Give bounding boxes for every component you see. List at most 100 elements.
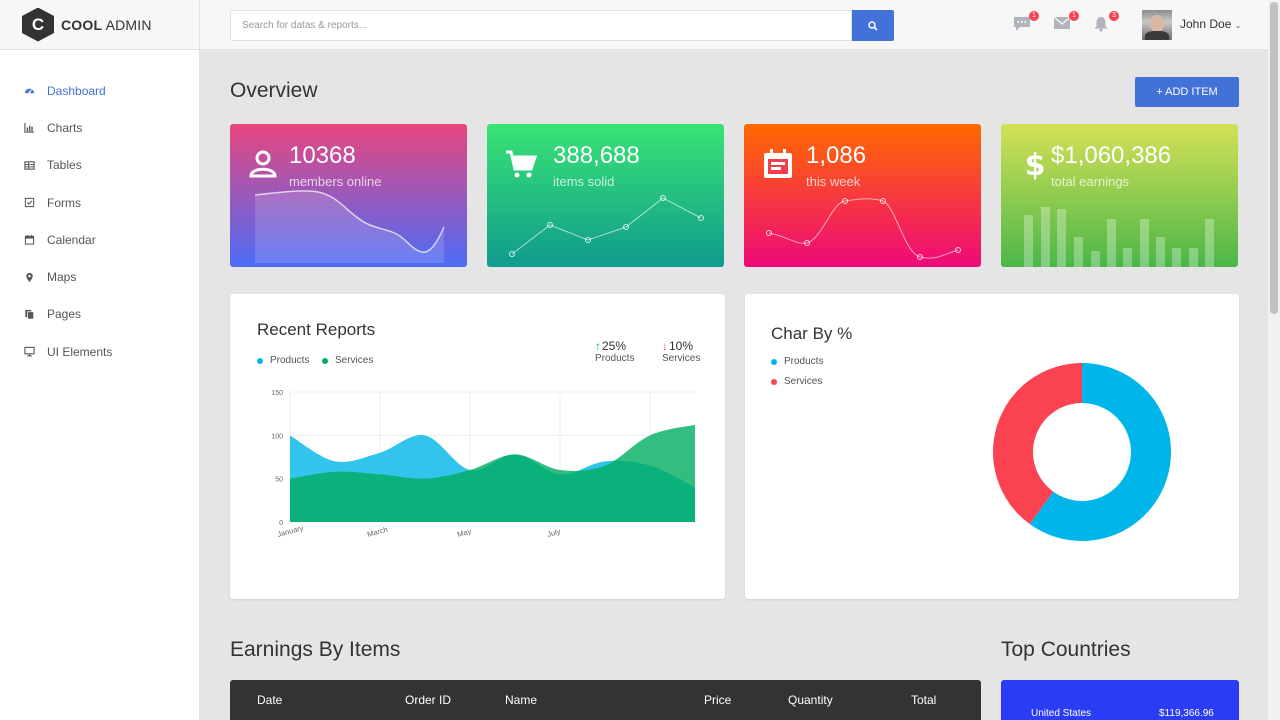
legend-dot [322, 357, 328, 364]
sidebar-item-dashboard[interactable]: Dashboard [0, 72, 199, 109]
donut-legend-products[interactable]: Products [771, 356, 823, 367]
earnings-bar-sparkline [1024, 207, 1214, 267]
column-header[interactable]: Price [704, 693, 731, 707]
recent-reports-card: Recent Reports Products Services ↑25% Pr… [230, 294, 725, 599]
area-series-services[interactable] [290, 424, 695, 522]
legend-dot [771, 378, 777, 385]
x-tick-label: March [366, 525, 388, 539]
members-sparkline [254, 190, 445, 263]
page-scrollbar[interactable] [1268, 0, 1280, 720]
arrow-up-icon: ↑ [595, 339, 601, 353]
sidebar-item-maps[interactable]: Maps [0, 258, 199, 295]
stat-card-earnings[interactable]: $ $1,060,386 total earnings [1001, 124, 1238, 267]
sidebar-item-forms[interactable]: Forms [0, 184, 199, 221]
tachometer-icon [23, 85, 35, 97]
envelope-icon [1053, 16, 1071, 29]
stat-card-week[interactable]: 1,086 this week [744, 124, 981, 267]
country-amount: $119,366.96 [1159, 708, 1214, 719]
kpi-percent: ↓10% [662, 339, 700, 353]
y-tick-label: 50 [275, 477, 283, 484]
top-countries-panel: United States $119,366.96 [1001, 680, 1239, 720]
sidebar-item-label: Forms [47, 195, 81, 210]
column-header[interactable]: Name [505, 693, 537, 707]
comment-icon [1014, 17, 1030, 31]
sidebar-item-ui-elements[interactable]: UI Elements [0, 333, 199, 370]
notification-badge: 3 [1109, 11, 1119, 21]
legend-label: Products [784, 356, 824, 367]
desktop-icon [23, 346, 35, 358]
column-header[interactable]: Date [257, 693, 282, 707]
donut-legend-services[interactable]: Services [771, 376, 822, 387]
sidebar-item-label: Maps [47, 270, 77, 285]
sidebar-item-calendar[interactable]: Calendar [0, 221, 199, 258]
stat-value: 10368 [289, 142, 356, 169]
dollar-icon: $ [1025, 148, 1046, 180]
char-by-pct-card: Char By % Products Services [745, 294, 1239, 599]
add-item-button[interactable]: + ADD ITEM [1135, 77, 1239, 107]
mail-button[interactable]: 1 [1053, 11, 1079, 34]
table-icon [23, 159, 35, 171]
sidebar-nav: Dashboard Charts Tables Forms Calendar M… [0, 50, 199, 370]
calendar-icon [764, 149, 792, 178]
brand-name: COOL ADMIN [61, 17, 152, 33]
brand-name-rest: ADMIN [102, 16, 152, 33]
sidebar-item-label: Tables [47, 158, 82, 173]
legend-dot [257, 357, 263, 364]
sidebar-item-label: Calendar [47, 232, 96, 247]
user-menu[interactable]: John Doe ⌄ [1180, 17, 1241, 31]
notification-badge: 1 [1069, 11, 1079, 21]
sidebar-item-label: Charts [47, 120, 83, 135]
column-header[interactable]: Order ID [405, 693, 451, 707]
recent-reports-chart: 050100150January March May July [271, 390, 695, 539]
sidebar: C COOL ADMIN Dashboard Charts Tables For… [0, 0, 200, 720]
avatar[interactable] [1142, 10, 1172, 40]
search-icon [868, 20, 878, 31]
column-header[interactable]: Quantity [788, 693, 833, 707]
sidebar-item-tables[interactable]: Tables [0, 147, 199, 184]
donut-chart [993, 363, 1171, 541]
search-button[interactable] [852, 10, 894, 41]
sidebar-item-label: UI Elements [47, 344, 113, 359]
char-by-pct-title: Char By % [771, 324, 853, 343]
legend-services[interactable]: Services [322, 355, 373, 366]
legend-dot [771, 358, 777, 365]
notification-badge: 1 [1029, 11, 1039, 21]
calendar-icon [23, 234, 35, 246]
legend-label: Services [335, 355, 374, 366]
legend-products[interactable]: Products [257, 355, 309, 366]
stat-value: $1,060,386 [1051, 142, 1172, 169]
kpi-percent-value: 10% [669, 339, 694, 353]
search-input[interactable]: Search for datas & reports... [230, 10, 852, 41]
stat-value: 388,688 [553, 142, 640, 169]
alerts-button[interactable]: 3 [1093, 11, 1119, 34]
y-tick-label: 150 [271, 390, 283, 397]
user-icon [249, 150, 277, 178]
copy-icon [23, 308, 35, 320]
messages-button[interactable]: 1 [1013, 11, 1039, 34]
kpi-percent-value: 25% [602, 339, 627, 353]
kpi-percent: ↑25% [595, 339, 634, 353]
bell-icon [1094, 17, 1108, 32]
sidebar-item-label: Pages [47, 307, 82, 322]
user-name: John Doe [1180, 17, 1232, 31]
avatar-body [1145, 31, 1169, 40]
earnings-table-header: Date Order ID Name Price Quantity Total [230, 680, 981, 720]
stat-card-members[interactable]: 10368 members online [230, 124, 467, 267]
week-sparkline [766, 198, 961, 260]
kpi-label: Products [595, 353, 635, 364]
sidebar-item-charts[interactable]: Charts [0, 109, 199, 146]
stat-card-items[interactable]: 388,688 items solid [487, 124, 724, 267]
sidebar-item-pages[interactable]: Pages [0, 296, 199, 333]
svg-text:$: $ [1025, 148, 1046, 180]
bar-chart-icon [23, 122, 35, 134]
logo[interactable]: C COOL ADMIN [0, 0, 199, 50]
column-header[interactable]: Total [911, 693, 936, 707]
kpi-label: Services [662, 353, 701, 364]
y-tick-label: 0 [279, 520, 283, 527]
x-tick-label: July [546, 527, 561, 539]
earnings-title: Earnings By Items [230, 638, 401, 661]
country-name: United States [1031, 708, 1092, 719]
scrollbar-thumb[interactable] [1270, 2, 1278, 314]
legend-label: Services [784, 376, 823, 387]
kpi-services: ↓10% Services [662, 339, 700, 364]
